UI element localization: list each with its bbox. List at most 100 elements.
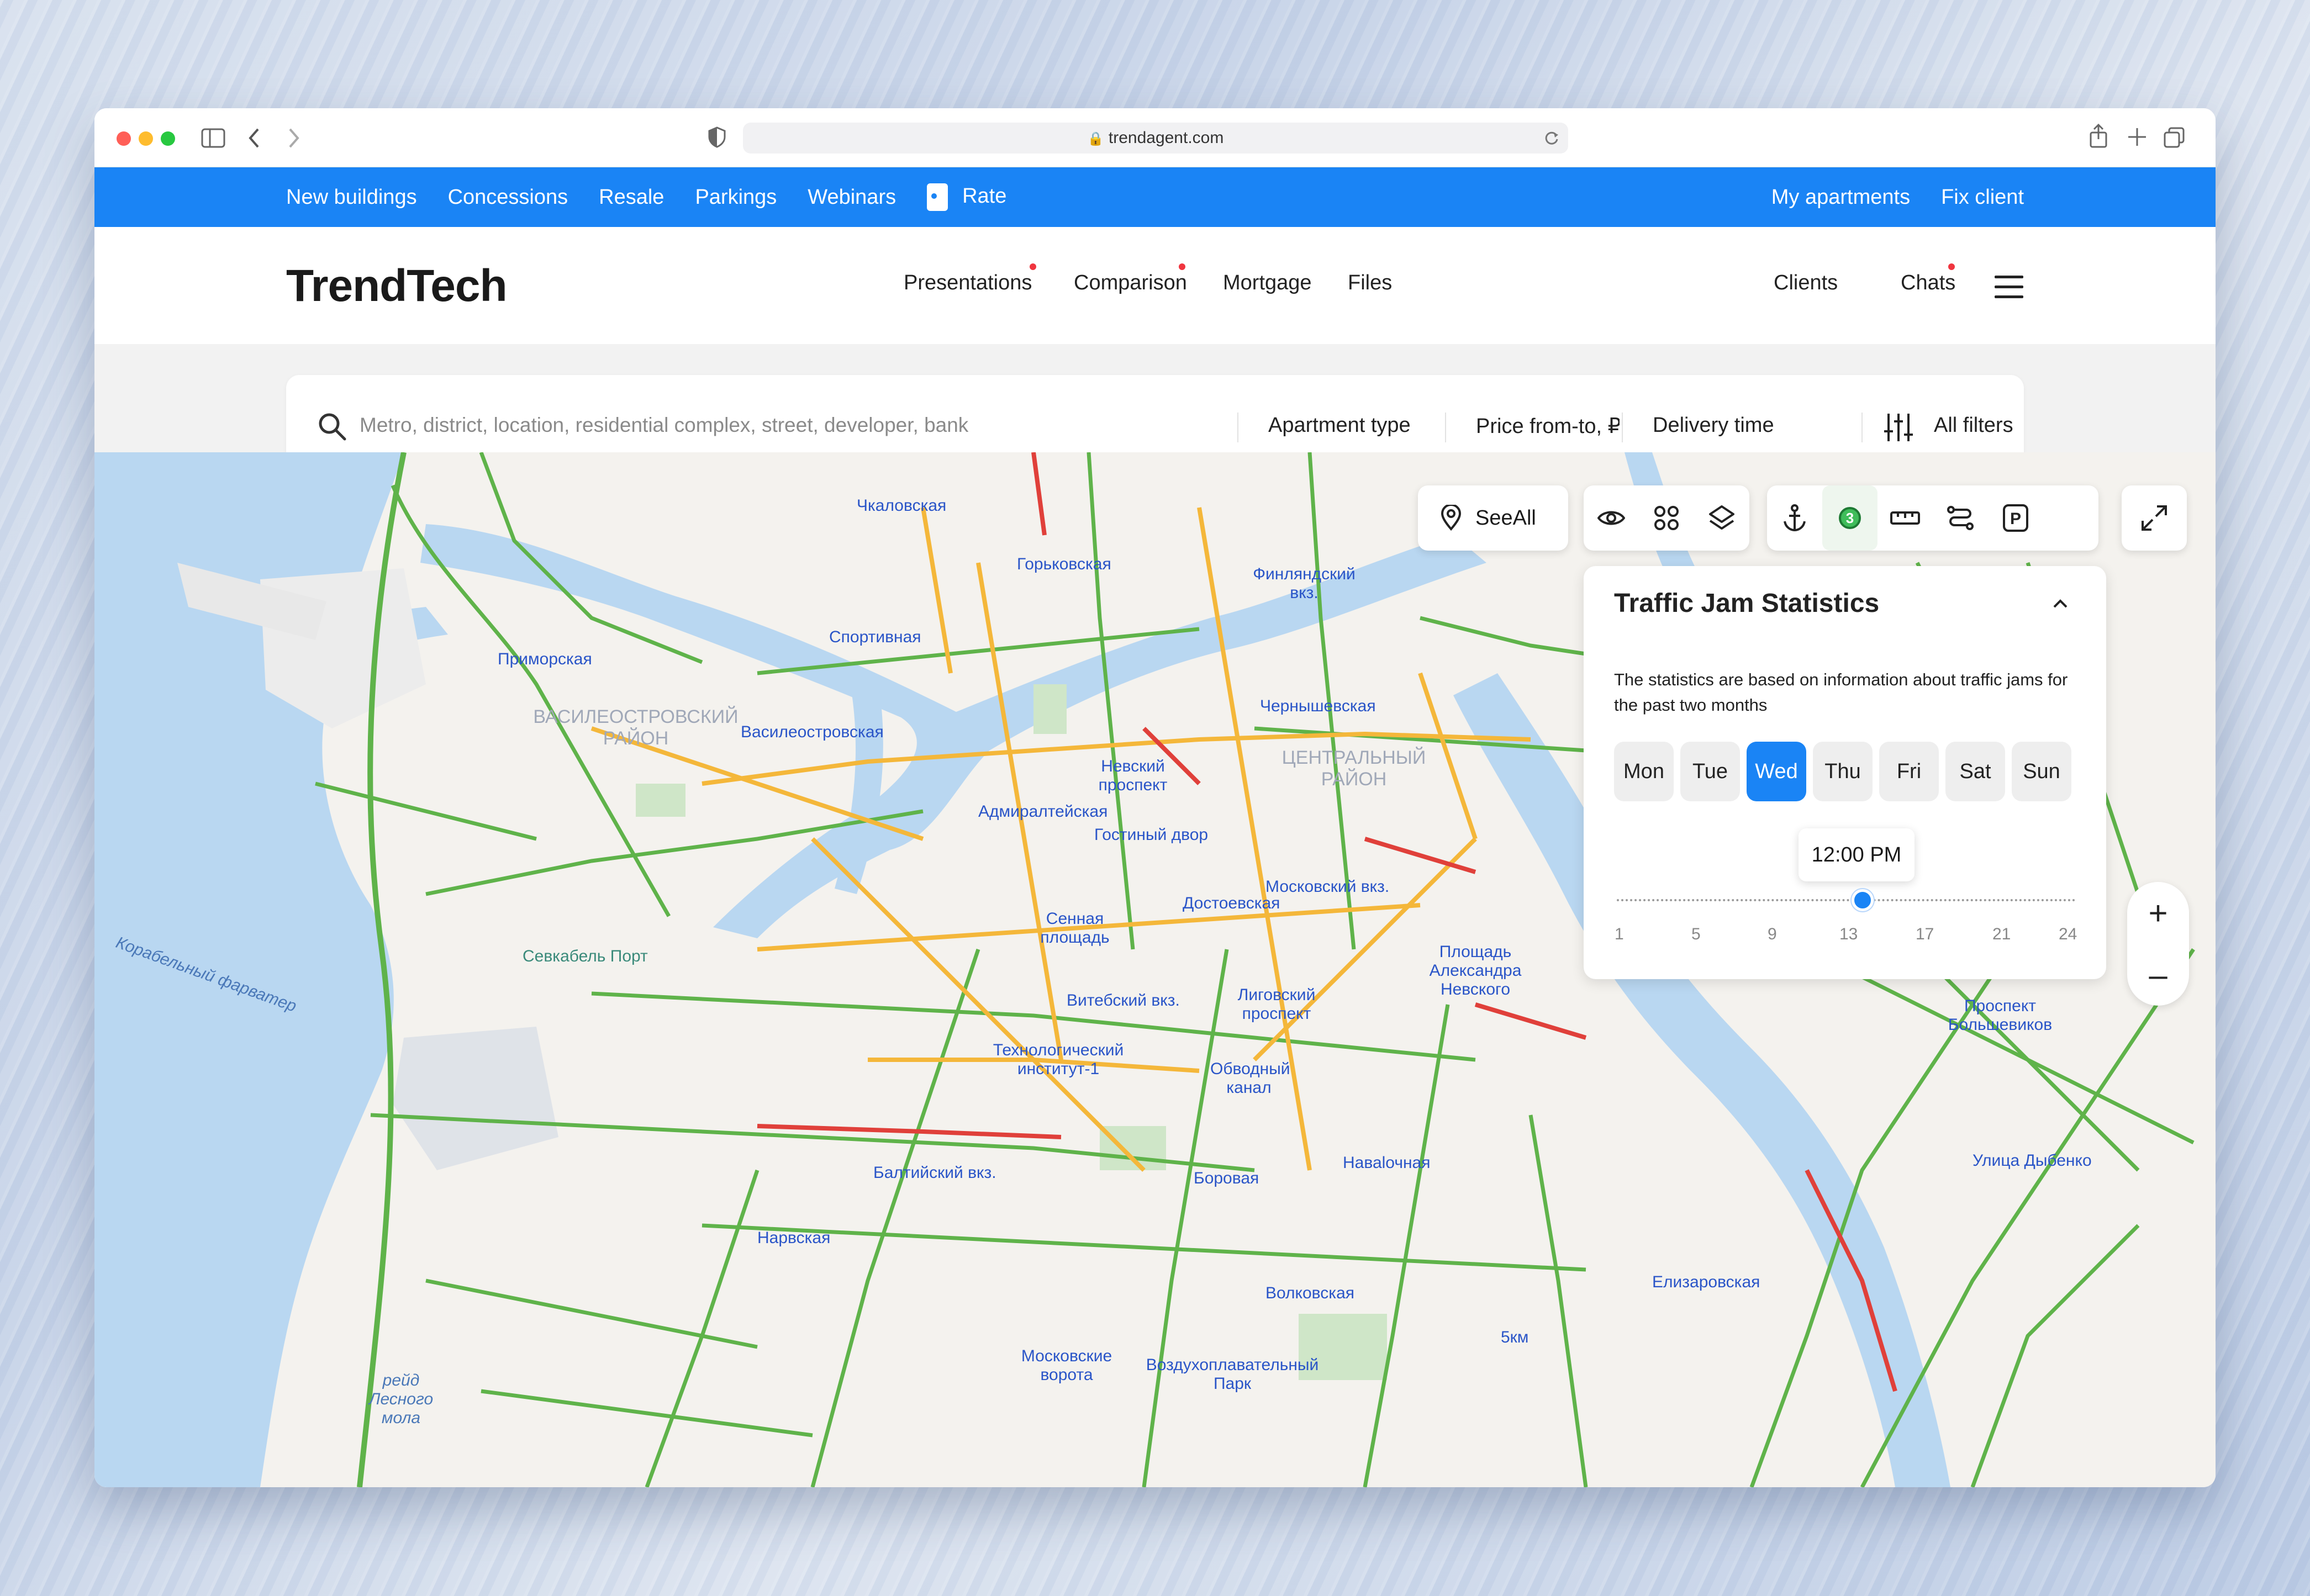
nav-comparison[interactable]: Comparison [1074,271,1187,295]
chevron-up-icon[interactable] [2052,598,2069,609]
apartment-type-select[interactable]: Apartment type [1268,414,1411,437]
metro-label[interactable]: Балтийский вкз. [873,1164,996,1182]
all-filters-button[interactable]: All filters [1934,414,2013,437]
metro-label[interactable]: Невский проспект [1078,757,1188,795]
back-icon[interactable] [248,127,261,149]
time-slider-track[interactable] [1617,899,2075,901]
url-bar[interactable]: 🔒 trendagent.com [743,123,1568,154]
nav-new-buildings[interactable]: New buildings [286,186,417,209]
metro-label[interactable]: Нарвская [757,1229,830,1248]
metro-label[interactable]: Боровая [1194,1169,1259,1188]
notification-dot [1179,263,1185,270]
nav-resale[interactable]: Resale [599,186,664,209]
ruler-button[interactable] [1877,485,1933,551]
see-all-button[interactable]: SeeAll [1418,485,1568,551]
metro-label[interactable]: Волковская [1265,1284,1354,1303]
tick-label: 13 [1839,925,1858,943]
close-window-button[interactable] [117,131,131,146]
logo[interactable]: TrendTech [286,260,508,312]
tick-label: 17 [1916,925,1934,943]
metro-label[interactable]: Лиговский проспект [1227,986,1326,1023]
day-mon[interactable]: Mon [1614,742,1674,801]
door-icon [927,183,948,211]
nav-concessions[interactable]: Concessions [448,186,568,209]
metro-label[interactable]: Адмиралтейская [978,802,1107,821]
divider [1237,413,1238,442]
map-view-toolbar [1584,485,1749,551]
menu-icon[interactable] [1995,276,2023,298]
parking-button[interactable]: P [1988,485,2043,551]
search-input[interactable]: Metro, district, location, residential c… [360,414,968,437]
day-selector: Mon Tue Wed Thu Fri Sat Sun [1614,742,2071,801]
panel-title: Traffic Jam Statistics [1614,589,1880,618]
traffic-button[interactable]: 3 [1822,485,1877,551]
metro-label[interactable]: Василеостровская [741,723,884,742]
tick-label: 9 [1768,925,1777,943]
zoom-in-button[interactable]: + [2127,882,2189,944]
metro-label[interactable]: Технологический институт-1 [989,1041,1127,1079]
metro-label[interactable]: Проспект Большевиков [1928,997,2072,1034]
new-tab-icon[interactable] [2127,127,2147,147]
nav-my-apartments[interactable]: My apartments [1771,186,1910,209]
nav-parkings[interactable]: Parkings [695,186,777,209]
nav-mortgage[interactable]: Mortgage [1223,271,1312,295]
nav-chats[interactable]: Chats [1901,271,1955,295]
day-sat[interactable]: Sat [1945,742,2005,801]
share-icon[interactable] [2089,124,2108,148]
price-range-field[interactable]: Price from-to, ₽ [1476,414,1620,438]
metro-label[interactable]: Московский вкз. [1265,878,1389,896]
metro-label[interactable]: Воздухоплавательный Парк [1133,1356,1332,1393]
nav-files[interactable]: Files [1348,271,1392,295]
anchor-button[interactable] [1767,485,1822,551]
day-thu[interactable]: Thu [1813,742,1873,801]
day-fri[interactable]: Fri [1879,742,1939,801]
metro-label[interactable]: Площадь Александра Невского [1420,943,1531,999]
route-button[interactable] [1933,485,1988,551]
nav-webinars[interactable]: Webinars [808,186,896,209]
metro-label[interactable]: Чкаловская [857,496,946,515]
time-slider-handle[interactable] [1852,889,1874,911]
nav-clients[interactable]: Clients [1774,271,1838,295]
day-sun[interactable]: Sun [2012,742,2071,801]
metro-label[interactable]: Приморская [498,650,592,669]
minimize-window-button[interactable] [139,131,153,146]
metro-label[interactable]: Сенная площадь [1033,910,1116,947]
search-icon [319,413,346,441]
nav-fix-client[interactable]: Fix client [1941,186,2024,209]
sidebar-toggle-icon[interactable] [201,128,225,148]
metro-label[interactable]: Витебский вкз. [1067,991,1180,1010]
metro-label[interactable]: Улица Дыбенко [1973,1151,2092,1170]
metro-label[interactable]: Обводный канал [1210,1060,1290,1097]
metro-label[interactable]: Финляндский вкз. [1243,565,1365,603]
metro-label[interactable]: Достоевская [1183,894,1280,913]
tick-label: 1 [1615,925,1624,943]
metro-label[interactable]: Гостиный двор [1094,826,1208,844]
zoom-out-button[interactable]: – [2127,944,2189,1006]
shield-icon[interactable] [708,126,726,148]
nav-presentations[interactable]: Presentations [904,271,1032,295]
grid-view-button[interactable] [1639,485,1694,551]
day-wed[interactable]: Wed [1747,742,1806,801]
expand-icon [2142,505,2167,531]
day-tue[interactable]: Tue [1680,742,1740,801]
nav-rate[interactable]: Rate [927,183,1006,211]
fullscreen-button[interactable] [2122,485,2187,551]
metro-label[interactable]: Спортивная [829,628,921,647]
tabs-overview-icon[interactable] [2164,127,2185,148]
metro-label[interactable]: Елизаровская [1652,1273,1760,1292]
forward-icon[interactable] [287,127,300,149]
metro-label[interactable]: Московские ворота [1011,1347,1122,1384]
metro-label[interactable]: Чернышевская [1260,697,1376,716]
map[interactable]: Чкаловская Горьковская Финляндский вкз. … [94,452,2216,1487]
metro-label[interactable]: Горьковская [1017,555,1111,574]
visibility-button[interactable] [1584,485,1639,551]
browser-titlebar: 🔒 trendagent.com [94,108,2216,167]
delivery-time-select[interactable]: Delivery time [1653,414,1774,437]
metro-label[interactable]: Наваlочная [1343,1154,1430,1172]
layers-button[interactable] [1694,485,1749,551]
filters-icon[interactable] [1884,413,1913,442]
grid-icon [1654,506,1679,530]
reload-icon[interactable] [1544,130,1559,146]
maximize-window-button[interactable] [161,131,175,146]
place-label[interactable]: Севкабель Порт [523,947,648,966]
